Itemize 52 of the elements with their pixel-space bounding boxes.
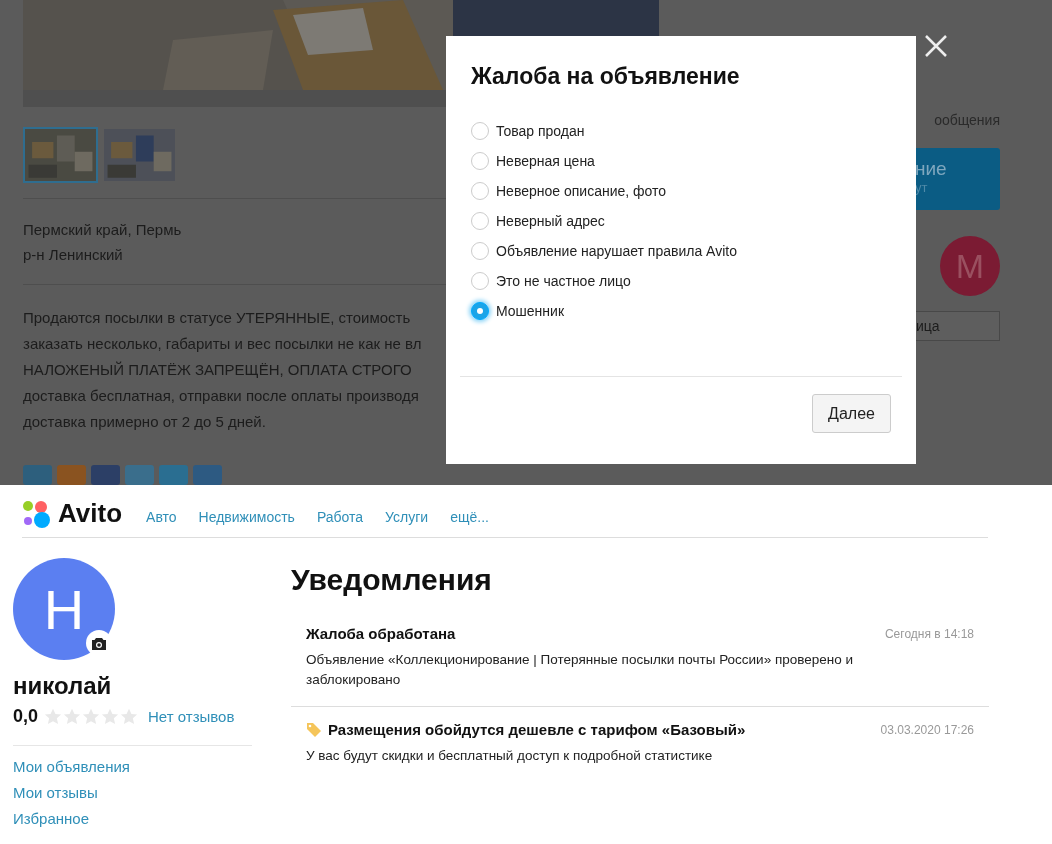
- dialog-title: Жалоба на объявление: [470, 62, 741, 90]
- nav-link[interactable]: Недвижимость: [198, 508, 295, 525]
- notification-time: 03.03.2020 17:26: [880, 722, 974, 737]
- notification-time: Сегодня в 14:18: [884, 626, 974, 641]
- location-text: Пермский край, Пермь: [23, 220, 182, 240]
- user-name: николай: [13, 672, 113, 700]
- description-line: доставка примерно от 2 до 5 дней.: [23, 412, 266, 432]
- nav-link[interactable]: Авто: [146, 508, 177, 525]
- radio-option[interactable]: Это не частное лицо: [471, 270, 631, 292]
- social-icon[interactable]: [125, 465, 154, 485]
- reviews-link[interactable]: Нет отзывов: [148, 708, 235, 725]
- description-line: НАЛОЖЕНЫЙ ПЛАТЁЖ ЗАПРЕЩЁН, ОПЛАТА СТРОГО: [23, 360, 412, 380]
- radio-option[interactable]: Неверный адрес: [471, 210, 605, 232]
- user-avatar: Н: [13, 558, 115, 660]
- radio-option[interactable]: Неверное описание, фото: [471, 180, 667, 202]
- radio-button[interactable]: [471, 182, 489, 200]
- logo-text: Avito: [58, 498, 123, 529]
- social-icon[interactable]: [23, 465, 52, 485]
- radio-button[interactable]: [471, 272, 489, 290]
- notification-title: Размещения обойдутся дешевле с тарифом «Базовый»: [328, 721, 746, 738]
- menu-link[interactable]: Избранное: [13, 810, 291, 827]
- location-text: р-н Ленинский: [23, 245, 123, 265]
- radio-button[interactable]: [471, 212, 489, 230]
- radio-option[interactable]: Неверная цена: [471, 150, 595, 172]
- rating-value: 0,0: [13, 706, 39, 727]
- nav-link[interactable]: Работа: [316, 508, 364, 525]
- menu-link[interactable]: Мои объявления: [13, 758, 291, 775]
- description-line: заказать несколько, габариты и вес посылки не как не вл: [23, 334, 422, 354]
- logo-icon: [22, 499, 52, 528]
- nav-link[interactable]: Услуги: [385, 508, 429, 525]
- menu-link[interactable]: Мои отзывы: [13, 784, 291, 801]
- close-icon[interactable]: [925, 35, 947, 57]
- page-title: Уведомления: [291, 563, 493, 597]
- social-icon[interactable]: [57, 465, 86, 485]
- tag-icon: [306, 721, 322, 738]
- notification-title: Жалоба обработана: [306, 625, 456, 642]
- nav-link[interactable]: ещё...: [450, 508, 489, 525]
- description-line: доставка бесплатная, отправки после оплаты производя: [23, 386, 419, 406]
- notification-text: Объявление «Коллекционирование | Потерянные посылки почты России» проверено и заблокировано: [306, 651, 855, 689]
- radio-option[interactable]: Объявление нарушает правила Avito: [471, 240, 737, 262]
- social-icon[interactable]: [159, 465, 188, 485]
- radio-button[interactable]: [471, 152, 489, 170]
- social-icon[interactable]: [193, 465, 222, 485]
- radio-button[interactable]: [471, 302, 489, 320]
- radio-option[interactable]: Мошенник: [471, 300, 565, 322]
- radio-button[interactable]: [471, 122, 489, 140]
- description-line: Продаются посылки в статусе УТЕРЯННЫЕ, стоимость: [23, 308, 411, 328]
- notification-text: У вас будут скидки и бесплатный доступ к подробной статистике: [306, 747, 714, 765]
- radio-button[interactable]: [471, 242, 489, 260]
- radio-option[interactable]: Товар продан: [471, 120, 585, 142]
- social-icon[interactable]: [91, 465, 120, 485]
- next-button[interactable]: Далее: [812, 394, 891, 433]
